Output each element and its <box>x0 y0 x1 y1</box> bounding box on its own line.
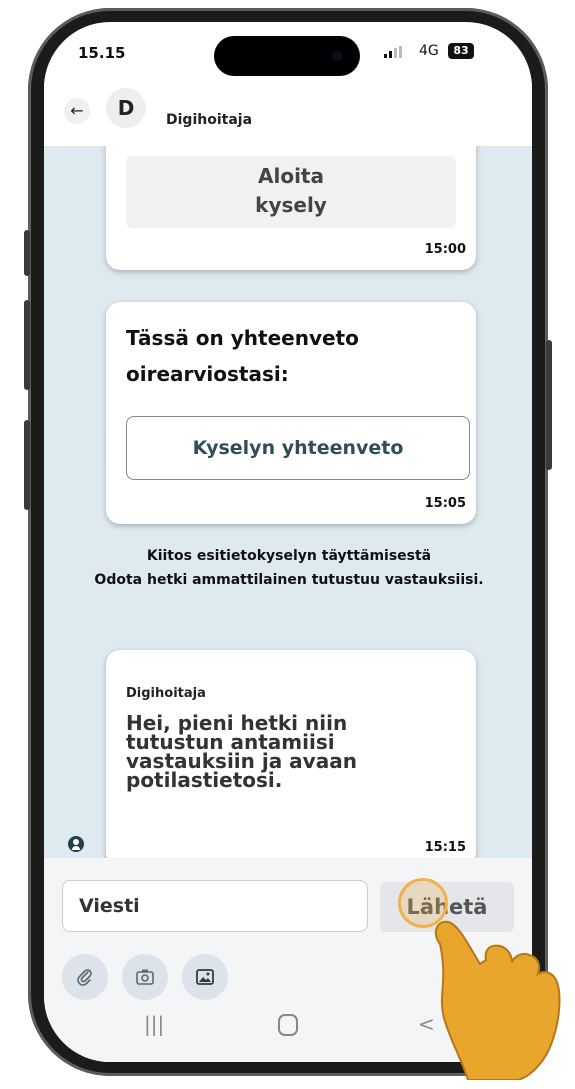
chat-title: Digihoitaja <box>166 112 253 128</box>
message-bubble: Tässä on yhteenveto oirearviostasi: Kyse… <box>106 302 476 524</box>
phone-side-button <box>24 420 30 510</box>
user-avatar-icon <box>68 836 84 852</box>
chat-area[interactable]: Aloita kysely 15:00 Tässä on yhteenveto o… <box>44 146 532 858</box>
message-text: Hei, pieni hetki niin tutustun antamiisi… <box>126 711 357 792</box>
phone-side-button <box>546 340 552 470</box>
image-icon[interactable] <box>182 954 228 1000</box>
message-text: Tässä on yhteenveto oirearviostasi: <box>126 326 359 386</box>
signal-icon <box>384 46 402 58</box>
status-time: 15.15 <box>78 44 126 62</box>
message-timestamp: 15:05 <box>424 496 466 511</box>
phone-side-button <box>24 230 30 276</box>
recent-apps-icon[interactable]: ||| <box>144 1012 164 1036</box>
start-survey-button[interactable]: Aloita kysely <box>126 156 456 228</box>
survey-summary-button[interactable]: Kyselyn yhteenveto <box>126 416 470 480</box>
pointing-hand-icon <box>434 920 561 1080</box>
home-icon[interactable] <box>278 1014 298 1036</box>
message-input[interactable] <box>62 880 368 932</box>
message-timestamp: 15:15 <box>424 840 466 855</box>
camera-icon[interactable] <box>122 954 168 1000</box>
battery-icon: 83 <box>448 43 474 59</box>
system-message-line: Odota hetki ammattilainen tutustuu vasta… <box>94 572 484 588</box>
message-sender: Digihoitaja <box>126 686 206 701</box>
app-bar: ← D Digihoitaja <box>44 78 532 146</box>
paperclip-icon[interactable] <box>62 954 108 1000</box>
dynamic-island <box>214 36 360 76</box>
network-label: 4G <box>419 43 439 59</box>
message-bubble: Digihoitaja Hei, pieni hetki niin tutust… <box>106 650 476 858</box>
message-bubble: Aloita kysely 15:00 <box>106 146 476 270</box>
arrow-left-icon[interactable]: ← <box>64 98 90 124</box>
camera-lens-icon <box>332 51 342 61</box>
status-bar: 15.15 4G 83 <box>44 22 532 78</box>
system-message: Kiitos esitietokyselyn täyttämisestä Odo… <box>74 544 504 592</box>
avatar: D <box>106 88 146 128</box>
system-message-line: Kiitos esitietokyselyn täyttämisestä <box>146 548 432 564</box>
message-timestamp: 15:00 <box>424 242 466 257</box>
phone-side-button <box>24 300 30 390</box>
